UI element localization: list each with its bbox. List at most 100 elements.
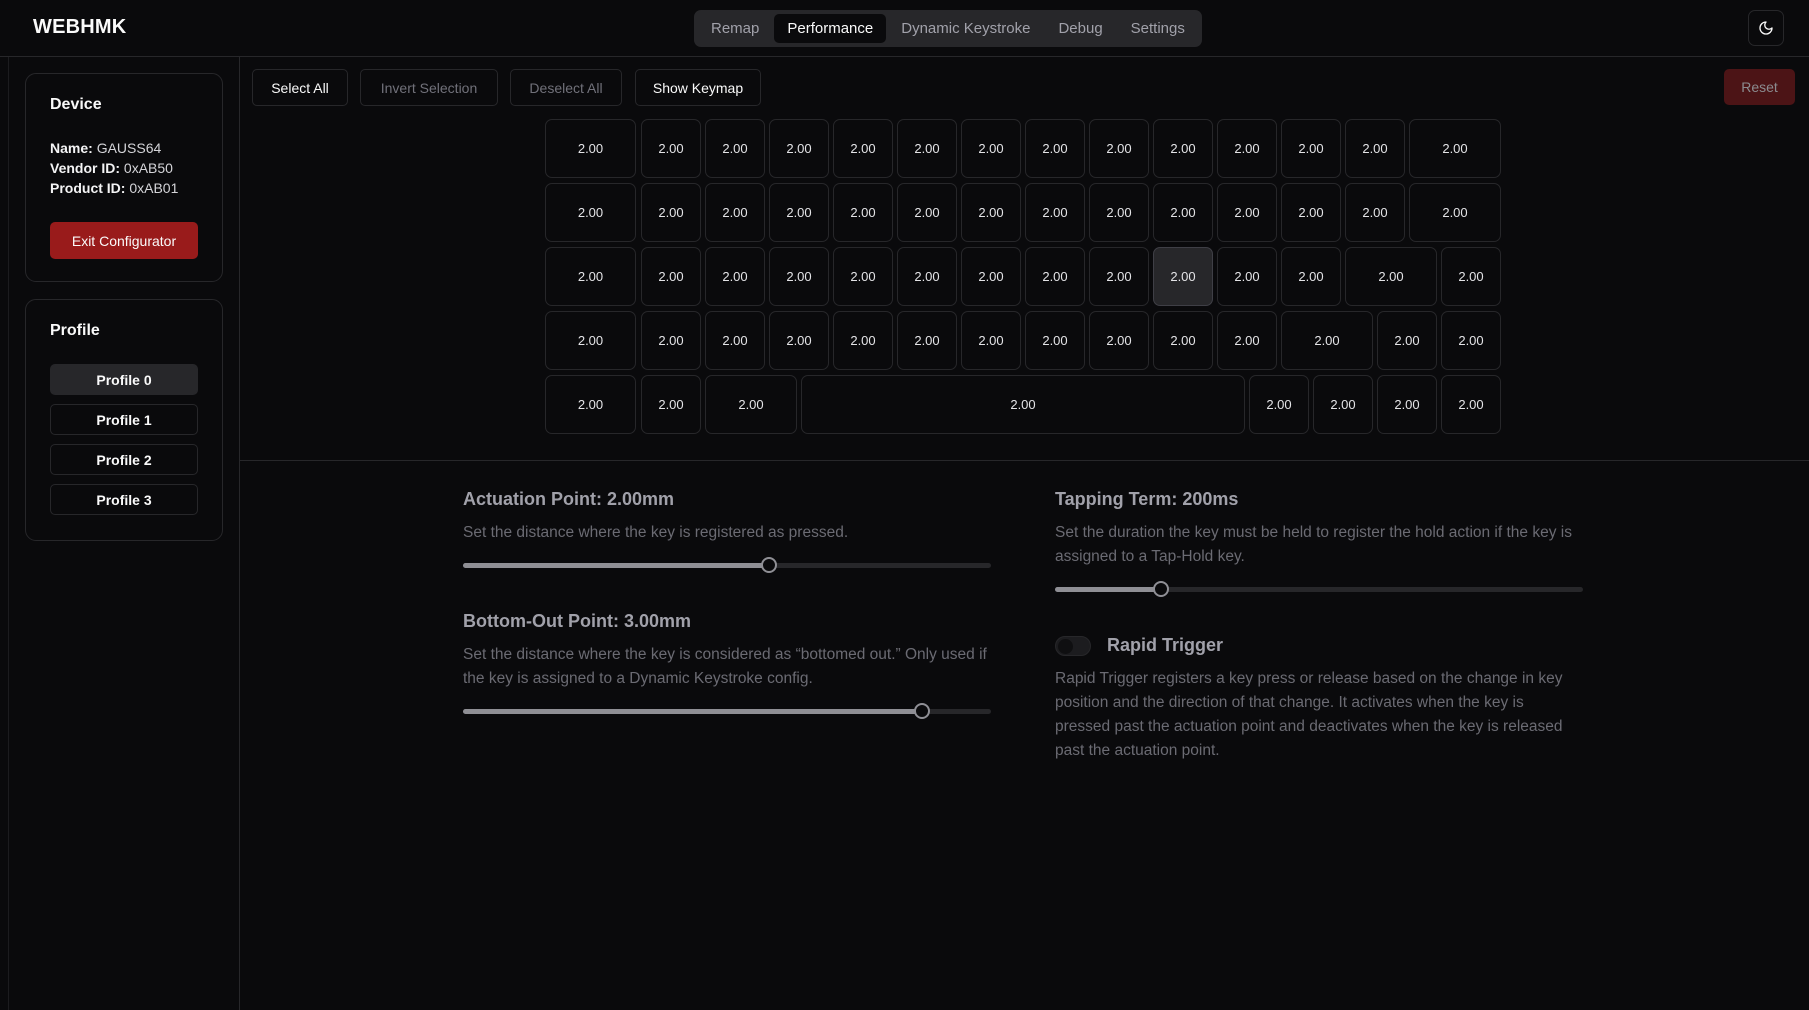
key[interactable]: 2.00 bbox=[705, 119, 765, 178]
key[interactable]: 2.00 bbox=[897, 247, 957, 306]
key[interactable]: 2.00 bbox=[1217, 247, 1277, 306]
key[interactable]: 2.00 bbox=[961, 247, 1021, 306]
exit-configurator-button[interactable]: Exit Configurator bbox=[50, 222, 198, 259]
key[interactable]: 2.00 bbox=[705, 247, 765, 306]
tab-settings[interactable]: Settings bbox=[1118, 14, 1198, 43]
tapping-term-description: Set the duration the key must be held to… bbox=[1055, 524, 1572, 565]
tapping-term-slider[interactable] bbox=[1055, 581, 1583, 597]
bottom-out-point-slider-fill bbox=[463, 709, 923, 714]
key[interactable]: 2.00 bbox=[1025, 247, 1085, 306]
key[interactable]: 2.00 bbox=[833, 247, 893, 306]
tab-performance[interactable]: Performance bbox=[774, 14, 887, 43]
key[interactable]: 2.00 bbox=[1377, 311, 1437, 370]
actuation-point-slider-fill bbox=[463, 563, 770, 568]
key[interactable]: 2.00 bbox=[1409, 183, 1501, 242]
show-keymap-button[interactable]: Show Keymap bbox=[635, 69, 761, 106]
profile-card: Profile Profile 0 Profile 1 Profile 2 Pr… bbox=[25, 299, 223, 541]
key[interactable]: 2.00 bbox=[961, 311, 1021, 370]
device-card: Device Name: GAUSS64 Vendor ID: 0xAB50 P… bbox=[25, 73, 223, 282]
key[interactable]: 2.00 bbox=[545, 375, 636, 434]
key[interactable]: 2.00 bbox=[705, 311, 765, 370]
key[interactable]: 2.00 bbox=[1153, 247, 1213, 306]
key[interactable]: 2.00 bbox=[641, 183, 701, 242]
key[interactable]: 2.00 bbox=[1025, 311, 1085, 370]
select-all-button[interactable]: Select All bbox=[252, 69, 348, 106]
key[interactable]: 2.00 bbox=[1249, 375, 1309, 434]
key[interactable]: 2.00 bbox=[1217, 119, 1277, 178]
key[interactable]: 2.00 bbox=[1281, 247, 1341, 306]
key[interactable]: 2.00 bbox=[1441, 311, 1501, 370]
key[interactable]: 2.00 bbox=[1345, 119, 1405, 178]
key[interactable]: 2.00 bbox=[1281, 183, 1341, 242]
key[interactable]: 2.00 bbox=[961, 119, 1021, 178]
nav-tabs: Remap Performance Dynamic Keystroke Debu… bbox=[694, 10, 1202, 47]
key[interactable]: 2.00 bbox=[1153, 311, 1213, 370]
key[interactable]: 2.00 bbox=[1025, 183, 1085, 242]
rapid-trigger-toggle-knob bbox=[1058, 639, 1073, 654]
device-product-id: Product ID: 0xAB01 bbox=[50, 180, 178, 196]
key[interactable]: 2.00 bbox=[1409, 119, 1501, 178]
key[interactable]: 2.00 bbox=[1281, 119, 1341, 178]
key[interactable]: 2.00 bbox=[641, 311, 701, 370]
tapping-term-slider-thumb[interactable] bbox=[1152, 581, 1169, 597]
rapid-trigger-toggle[interactable] bbox=[1055, 636, 1091, 656]
key[interactable]: 2.00 bbox=[641, 375, 701, 434]
key[interactable]: 2.00 bbox=[705, 375, 797, 434]
key[interactable]: 2.00 bbox=[1217, 311, 1277, 370]
key[interactable]: 2.00 bbox=[1441, 375, 1501, 434]
key[interactable]: 2.00 bbox=[769, 183, 829, 242]
actuation-point-slider-thumb[interactable] bbox=[761, 557, 778, 573]
key[interactable]: 2.00 bbox=[1089, 311, 1149, 370]
moon-icon bbox=[1759, 21, 1773, 35]
key[interactable]: 2.00 bbox=[1025, 119, 1085, 178]
tab-remap[interactable]: Remap bbox=[698, 14, 772, 43]
key[interactable]: 2.00 bbox=[1089, 183, 1149, 242]
key[interactable]: 2.00 bbox=[897, 183, 957, 242]
key[interactable]: 2.00 bbox=[961, 183, 1021, 242]
key[interactable]: 2.00 bbox=[545, 119, 636, 178]
key[interactable]: 2.00 bbox=[545, 247, 636, 306]
key[interactable]: 2.00 bbox=[897, 119, 957, 178]
key[interactable]: 2.00 bbox=[1089, 247, 1149, 306]
tapping-term-title: Tapping Term: 200ms bbox=[1055, 489, 1239, 509]
key[interactable]: 2.00 bbox=[1345, 247, 1437, 306]
bottom-out-point-slider-thumb[interactable] bbox=[914, 703, 931, 719]
deselect-all-button[interactable]: Deselect All bbox=[510, 69, 622, 106]
key[interactable]: 2.00 bbox=[641, 119, 701, 178]
key[interactable]: 2.00 bbox=[1089, 119, 1149, 178]
vendor-id-label: Vendor ID: bbox=[50, 160, 121, 176]
key[interactable]: 2.00 bbox=[833, 119, 893, 178]
key[interactable]: 2.00 bbox=[1345, 183, 1405, 242]
profile-3-button[interactable]: Profile 3 bbox=[50, 484, 198, 515]
tab-dynamic-keystroke[interactable]: Dynamic Keystroke bbox=[888, 14, 1043, 43]
key[interactable]: 2.00 bbox=[545, 311, 636, 370]
key[interactable]: 2.00 bbox=[769, 247, 829, 306]
reset-button[interactable]: Reset bbox=[1724, 69, 1795, 105]
key[interactable]: 2.00 bbox=[833, 183, 893, 242]
actuation-point-slider[interactable] bbox=[463, 557, 991, 573]
key[interactable]: 2.00 bbox=[1313, 375, 1373, 434]
tab-debug[interactable]: Debug bbox=[1045, 14, 1115, 43]
key[interactable]: 2.00 bbox=[1377, 375, 1437, 434]
invert-selection-button[interactable]: Invert Selection bbox=[360, 69, 498, 106]
key[interactable]: 2.00 bbox=[801, 375, 1245, 434]
key[interactable]: 2.00 bbox=[769, 311, 829, 370]
key[interactable]: 2.00 bbox=[897, 311, 957, 370]
key[interactable]: 2.00 bbox=[833, 311, 893, 370]
key[interactable]: 2.00 bbox=[1217, 183, 1277, 242]
bottom-out-point-slider[interactable] bbox=[463, 703, 991, 719]
key[interactable]: 2.00 bbox=[769, 119, 829, 178]
key[interactable]: 2.00 bbox=[545, 183, 636, 242]
key[interactable]: 2.00 bbox=[1281, 311, 1373, 370]
theme-toggle-button[interactable] bbox=[1748, 10, 1784, 46]
key[interactable]: 2.00 bbox=[1153, 119, 1213, 178]
key[interactable]: 2.00 bbox=[1153, 183, 1213, 242]
profile-1-button[interactable]: Profile 1 bbox=[50, 404, 198, 435]
profile-2-button[interactable]: Profile 2 bbox=[50, 444, 198, 475]
key[interactable]: 2.00 bbox=[641, 247, 701, 306]
key[interactable]: 2.00 bbox=[1441, 247, 1501, 306]
product-id-label: Product ID: bbox=[50, 180, 126, 196]
profile-0-button[interactable]: Profile 0 bbox=[50, 364, 198, 395]
key[interactable]: 2.00 bbox=[705, 183, 765, 242]
tapping-term-slider-fill bbox=[1055, 587, 1161, 592]
